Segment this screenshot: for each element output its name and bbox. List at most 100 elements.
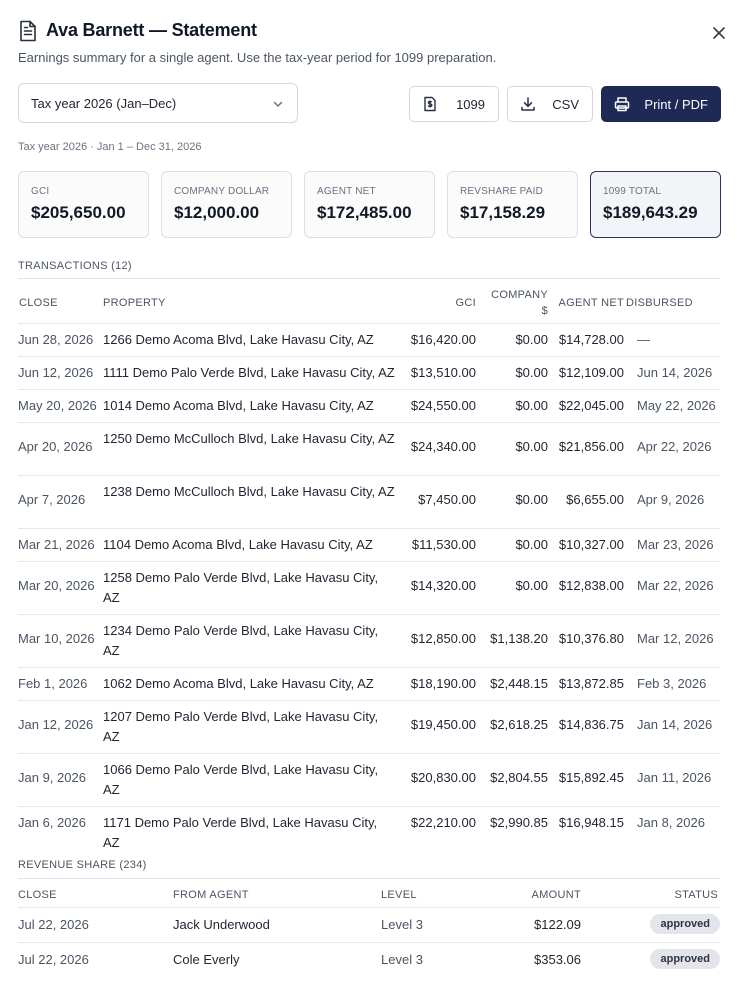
row-gci: $11,530.00 xyxy=(411,537,476,552)
row-gci: $20,830.00 xyxy=(410,770,476,785)
table-row: Mar 20, 2026 1258 Demo Palo Verde Blvd, L… xyxy=(18,561,720,614)
period-note: Tax year 2026 · Jan 1 – Dec 31, 2026 xyxy=(18,141,202,153)
row-property: 1250 Demo McCulloch Blvd, Lake Havasu Ci… xyxy=(103,431,395,446)
table-row: May 20, 2026 1014 Demo Acoma Blvd, Lake H… xyxy=(18,389,720,422)
row-disbursed-date: Apr 9, 2026 xyxy=(637,492,705,507)
row-from-agent: Jack Underwood xyxy=(173,917,270,932)
row-disbursed-date: May 22, 2026 xyxy=(637,398,716,413)
row-gci: $14,320.00 xyxy=(410,578,476,593)
row-agent-net: $16,948.15 xyxy=(558,815,624,830)
row-close-date: Mar 10, 2026 xyxy=(18,631,95,646)
table-row: Jul 22, 2026 Jack Underwood Level 3 $122.09… xyxy=(18,907,720,942)
row-close-date: Mar 20, 2026 xyxy=(18,578,95,593)
row-company-dollar: $2,618.25 xyxy=(490,717,548,732)
row-agent-net: $12,109.00 xyxy=(558,365,624,380)
row-gci: $12,850.00 xyxy=(410,631,476,646)
row-company-dollar: $1,138.20 xyxy=(490,631,548,646)
table-row: Jan 6, 2026 1171 Demo Palo Verde Blvd, La… xyxy=(18,806,720,850)
print-pdf-button[interactable]: Print / PDF xyxy=(601,86,721,122)
summary-cards: GCI $205,650.00 COMPANY DOLLAR $12,000.0… xyxy=(18,171,721,238)
revshare-table: CLOSE FROM AGENT LEVEL AMOUNT STATUS Jul… xyxy=(18,883,720,977)
row-agent-net: $14,836.75 xyxy=(558,717,624,732)
row-gci: $16,420.00 xyxy=(410,332,476,347)
transactions-table: CLOSE PROPERTY GCI COMPANY $ AGENT NET D… xyxy=(18,287,720,850)
row-company-dollar: $0.00 xyxy=(515,439,548,454)
row-company-dollar: $0.00 xyxy=(515,332,548,347)
1099-button[interactable]: 1099 xyxy=(409,86,499,122)
row-gci: $24,340.00 xyxy=(410,439,476,454)
period-select[interactable]: Tax year 2026 (Jan–Dec) xyxy=(18,83,298,123)
card-label: COMPANY DOLLAR xyxy=(174,186,270,197)
document-icon xyxy=(20,20,36,42)
card-value: $189,643.29 xyxy=(603,203,698,222)
row-company-dollar: $0.00 xyxy=(515,578,548,593)
section-divider xyxy=(18,878,720,879)
row-property: 1062 Demo Acoma Blvd, Lake Havasu City, … xyxy=(103,676,374,691)
table-row: Jan 9, 2026 1066 Demo Palo Verde Blvd, La… xyxy=(18,753,720,806)
card-value: $172,485.00 xyxy=(317,203,412,222)
row-close-date: Jul 22, 2026 xyxy=(18,917,89,932)
row-close-date: Jan 6, 2026 xyxy=(18,815,86,830)
close-icon xyxy=(713,27,725,39)
card-value: $205,650.00 xyxy=(31,203,126,222)
table-row: Mar 21, 2026 1104 Demo Acoma Blvd, Lake H… xyxy=(18,528,720,561)
revshare-table-body: Jul 22, 2026 Jack Underwood Level 3 $122.09… xyxy=(18,907,720,977)
row-level: Level 3 xyxy=(381,917,423,932)
card-label: REVSHARE PAID xyxy=(460,186,543,197)
header-status: STATUS xyxy=(674,889,718,901)
row-property: 1014 Demo Acoma Blvd, Lake Havasu City, … xyxy=(103,398,374,413)
row-property: 1171 Demo Palo Verde Blvd, Lake Havasu C… xyxy=(103,815,378,850)
header-close: CLOSE xyxy=(18,889,57,901)
row-gci: $24,550.00 xyxy=(410,398,476,413)
row-gci: $22,210.00 xyxy=(410,815,476,830)
close-button[interactable] xyxy=(708,22,730,44)
row-gci: $7,450.00 xyxy=(418,492,476,507)
printer-icon xyxy=(614,97,630,112)
row-close-date: Jan 9, 2026 xyxy=(18,770,86,785)
table-row: Apr 7, 2026 1238 Demo McCulloch Blvd, Lak… xyxy=(18,475,720,528)
row-property: 1111 Demo Palo Verde Blvd, Lake Havasu C… xyxy=(103,365,395,380)
row-gci: $19,450.00 xyxy=(410,717,476,732)
row-disbursed-date: Mar 23, 2026 xyxy=(637,537,714,552)
row-company-dollar: $2,448.15 xyxy=(490,676,548,691)
row-agent-net: $14,728.00 xyxy=(558,332,624,347)
row-close-date: Jun 12, 2026 xyxy=(18,365,94,380)
header-from-agent: FROM AGENT xyxy=(173,889,249,901)
row-disbursed-date: Jan 8, 2026 xyxy=(637,815,705,830)
table-row: Jun 28, 2026 1266 Demo Acoma Blvd, Lake H… xyxy=(18,323,720,356)
row-disbursed-date: — xyxy=(637,332,650,347)
table-row: Feb 1, 2026 1062 Demo Acoma Blvd, Lake Ha… xyxy=(18,667,720,700)
card-revshare-paid: REVSHARE PAID $17,158.29 xyxy=(447,171,578,238)
row-agent-net: $12,838.00 xyxy=(558,578,624,593)
header-company: COMPANY xyxy=(491,289,548,301)
status-badge: approved xyxy=(650,914,720,934)
download-icon xyxy=(521,97,535,111)
row-close-date: Apr 7, 2026 xyxy=(18,492,86,507)
row-company-dollar: $2,990.85 xyxy=(490,815,548,830)
card-company-dollar: COMPANY DOLLAR $12,000.00 xyxy=(161,171,292,238)
header-property: PROPERTY xyxy=(103,297,166,309)
row-close-date: Apr 20, 2026 xyxy=(18,439,93,454)
status-badge: approved xyxy=(650,949,720,969)
row-close-date: May 20, 2026 xyxy=(18,398,97,413)
header-level: LEVEL xyxy=(381,889,417,901)
section-divider xyxy=(18,278,720,279)
transactions-table-body: Jun 28, 2026 1266 Demo Acoma Blvd, Lake H… xyxy=(18,323,720,850)
row-from-agent: Cole Everly xyxy=(173,952,240,967)
1099-button-label: 1099 xyxy=(456,97,485,112)
row-agent-net: $15,892.45 xyxy=(558,770,624,785)
table-row: Mar 10, 2026 1234 Demo Palo Verde Blvd, L… xyxy=(18,614,720,667)
card-value: $12,000.00 xyxy=(174,203,260,222)
row-agent-net: $21,856.00 xyxy=(558,439,624,454)
row-agent-net: $6,655.00 xyxy=(566,492,624,507)
card-label: GCI xyxy=(31,186,50,197)
row-agent-net: $22,045.00 xyxy=(558,398,624,413)
header-amount: AMOUNT xyxy=(531,889,581,901)
row-disbursed-date: Apr 22, 2026 xyxy=(637,439,712,454)
csv-button-label: CSV xyxy=(552,97,579,112)
row-property: 1104 Demo Acoma Blvd, Lake Havasu City, … xyxy=(103,537,373,552)
header-gci: GCI xyxy=(455,297,476,309)
row-property: 1066 Demo Palo Verde Blvd, Lake Havasu C… xyxy=(103,762,379,797)
csv-export-button[interactable]: CSV xyxy=(507,86,593,122)
header-close: CLOSE xyxy=(19,297,58,309)
